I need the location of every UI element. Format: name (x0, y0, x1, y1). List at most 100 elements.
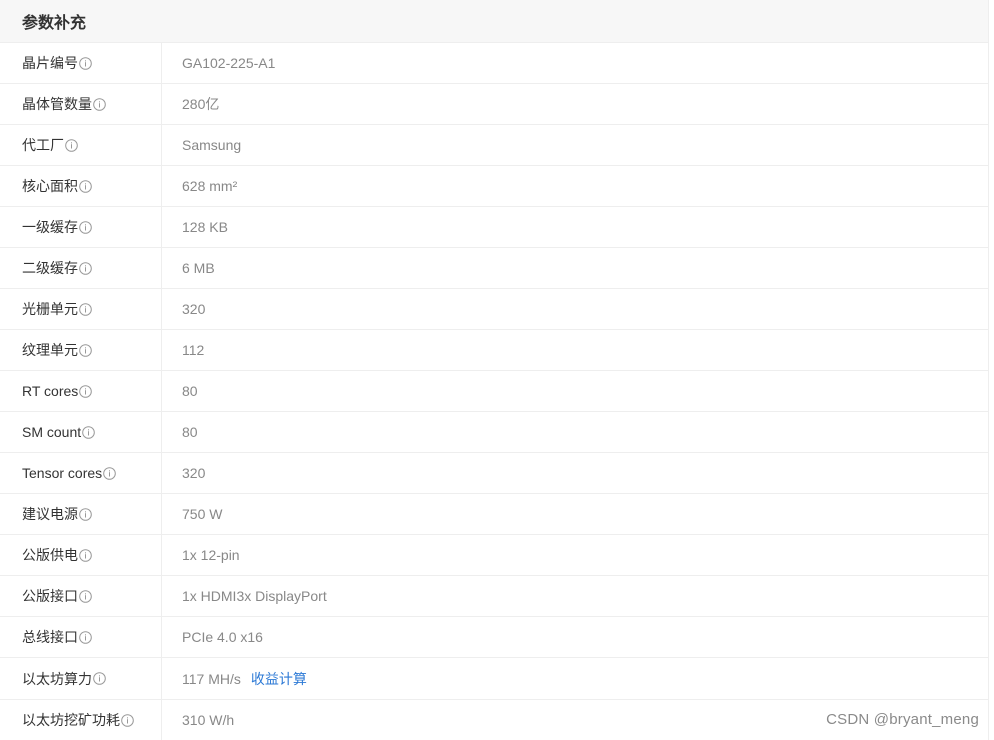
row-label-cell: 一级缓存 (0, 207, 162, 247)
row-label: 建议电源 (22, 506, 78, 522)
row-label: 晶体管数量 (22, 96, 92, 112)
row-label-cell: 代工厂 (0, 125, 162, 165)
row-label-cell: 以太坊挖矿功耗 (0, 700, 162, 740)
table-row: 建议电源 750 W (0, 494, 988, 535)
row-value-cell: 128 KB (162, 207, 988, 247)
row-value-cell: 1x HDMI3x DisplayPort (162, 576, 988, 616)
row-value-cell: 750 W (162, 494, 988, 534)
row-label-cell: 核心面积 (0, 166, 162, 206)
info-icon[interactable] (79, 384, 93, 398)
table-row: 核心面积 628 mm² (0, 166, 988, 207)
info-icon[interactable] (79, 343, 92, 357)
spec-table: 晶片编号 GA102-225-A1 晶体管数量 280亿代工厂 Samsung 核心面积 6… (0, 43, 988, 740)
row-label: 公版接口 (22, 588, 78, 604)
table-row: 公版供电 1x 12-pin (0, 535, 988, 576)
info-icon[interactable] (93, 97, 106, 111)
row-label: 纹理单元 (22, 342, 78, 358)
row-label-cell: 总线接口 (0, 617, 162, 657)
table-row: 纹理单元 112 (0, 330, 988, 371)
row-value-cell: 320 (162, 289, 988, 329)
row-label: 一级缓存 (22, 219, 78, 235)
row-label-cell: 以太坊算力 (0, 658, 162, 699)
table-row: 二级缓存 6 MB (0, 248, 988, 289)
info-icon[interactable] (79, 302, 92, 316)
row-label-cell: 建议电源 (0, 494, 162, 534)
row-label-cell: 公版接口 (0, 576, 162, 616)
info-icon[interactable] (79, 261, 92, 275)
row-label-cell: 公版供电 (0, 535, 162, 575)
spec-supplement-panel: 参数补充 晶片编号 GA102-225-A1 晶体管数量 280亿代工厂 Samsung… (0, 0, 989, 740)
row-value: 750 W (182, 506, 223, 522)
info-icon[interactable] (93, 672, 106, 685)
info-icon[interactable] (79, 548, 92, 562)
table-row: SM count 80 (0, 412, 988, 453)
row-value-cell: Samsung (162, 125, 988, 165)
watermark: CSDN @bryant_meng (826, 711, 979, 728)
row-label-cell: SM count (0, 412, 162, 452)
info-icon[interactable] (79, 220, 92, 234)
row-label-cell: 晶片编号 (0, 43, 162, 83)
profit-calc-link[interactable]: 收益计算 (251, 669, 307, 689)
row-label: 核心面积 (22, 178, 78, 194)
row-value: 1x HDMI3x DisplayPort (182, 588, 327, 604)
row-value-cell: PCIe 4.0 x16 (162, 617, 988, 657)
row-value: 280亿 (182, 96, 220, 112)
row-value-cell: 112 (162, 330, 988, 370)
row-value: 320 (182, 301, 206, 317)
info-icon[interactable] (79, 507, 92, 521)
row-value: 112 (182, 342, 205, 358)
row-label-cell: Tensor cores (0, 453, 162, 493)
row-label: 公版供电 (22, 547, 78, 563)
info-icon[interactable] (79, 630, 92, 644)
row-label: 代工厂 (22, 137, 64, 153)
row-label: Tensor cores (22, 465, 103, 481)
info-icon[interactable] (82, 425, 95, 439)
row-value: 320 (182, 465, 206, 481)
row-label: 以太坊挖矿功耗 (22, 712, 120, 728)
row-value-cell: 1x 12-pin (162, 535, 988, 575)
row-value: GA102-225-A1 (182, 55, 276, 71)
row-value: PCIe 4.0 x16 (182, 629, 263, 645)
row-value-cell: 280亿 (162, 84, 988, 124)
table-row: 晶片编号 GA102-225-A1 (0, 43, 988, 84)
info-icon[interactable] (79, 589, 92, 603)
row-value-cell: 80 (162, 371, 988, 411)
table-row: RT cores 80 (0, 371, 988, 412)
row-label: 光栅单元 (22, 301, 78, 317)
row-label: 晶片编号 (22, 55, 78, 71)
table-row: 公版接口 1x HDMI3x DisplayPort (0, 576, 988, 617)
table-row: 代工厂 Samsung (0, 125, 988, 166)
row-label-cell: 光栅单元 (0, 289, 162, 329)
row-label: 以太坊算力 (22, 670, 92, 687)
row-value: 117 MH/s (182, 670, 241, 687)
table-row: 晶体管数量 280亿 (0, 84, 988, 125)
row-value: 6 MB (182, 260, 215, 276)
row-label-cell: 二级缓存 (0, 248, 162, 288)
info-icon[interactable] (121, 713, 134, 727)
row-label-cell: 晶体管数量 (0, 84, 162, 124)
row-label: RT cores (22, 383, 79, 399)
table-row: 总线接口 PCIe 4.0 x16 (0, 617, 988, 658)
row-label-cell: RT cores (0, 371, 162, 411)
table-row: Tensor cores 320 (0, 453, 988, 494)
row-label: SM count (22, 424, 82, 440)
row-label-cell: 纹理单元 (0, 330, 162, 370)
row-value-cell: 80 (162, 412, 988, 452)
table-row: 一级缓存 128 KB (0, 207, 988, 248)
table-row: 光栅单元 320 (0, 289, 988, 330)
info-icon[interactable] (103, 466, 116, 480)
row-value: 128 KB (182, 219, 228, 235)
info-icon[interactable] (65, 138, 78, 152)
row-value: 628 mm² (182, 178, 238, 194)
row-value-cell: GA102-225-A1 (162, 43, 988, 83)
section-title: 参数补充 (0, 0, 988, 43)
row-value: 1x 12-pin (182, 547, 240, 563)
info-icon[interactable] (79, 56, 92, 70)
row-label: 总线接口 (22, 629, 78, 645)
row-value: 80 (182, 424, 198, 440)
info-icon[interactable] (79, 179, 92, 193)
row-label: 二级缓存 (22, 260, 78, 276)
table-row: 以太坊算力 117 MH/s 收益计算 (0, 658, 988, 700)
row-value-cell: 117 MH/s 收益计算 (162, 658, 988, 699)
row-value: 310 W/h (182, 712, 235, 728)
